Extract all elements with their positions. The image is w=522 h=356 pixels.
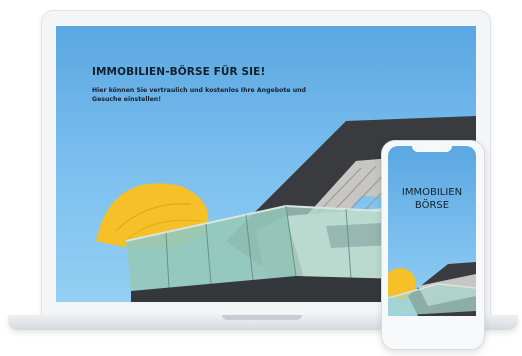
phone-building-photo xyxy=(388,262,476,316)
device-mockup: IMMOBILIEN-BÖRSE FÜR SIE! Hier können Si… xyxy=(0,0,522,356)
laptop-hinge-notch xyxy=(222,315,302,320)
phone-title-line2: BÖRSE xyxy=(414,200,450,211)
hero-subtitle: Hier können Sie vertraulich und kostenlo… xyxy=(92,87,306,103)
phone-notch xyxy=(412,146,452,152)
phone-title: IMMOBILIEN BÖRSE xyxy=(388,186,476,212)
phone-title-line1: IMMOBILIEN xyxy=(401,187,463,198)
phone-screen: IMMOBILIEN BÖRSE xyxy=(388,146,476,316)
hero-title: IMMOBILIEN-BÖRSE FÜR SIE! xyxy=(92,66,266,78)
